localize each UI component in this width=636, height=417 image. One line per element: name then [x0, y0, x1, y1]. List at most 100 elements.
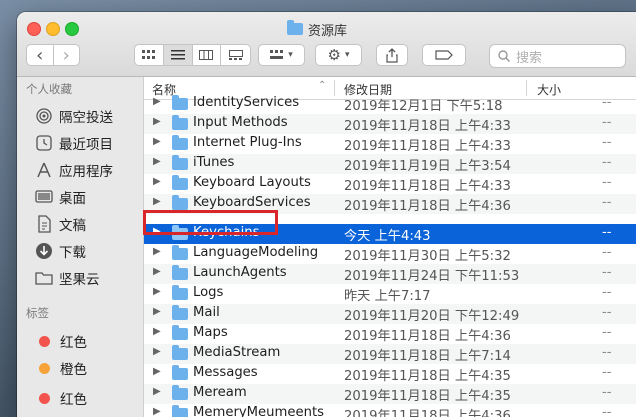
gallery-view-button[interactable]	[221, 45, 250, 65]
file-name: KeyboardServices	[193, 195, 311, 210]
file-row[interactable]: ▶ Logs 昨天 上午7:17 --	[144, 284, 636, 304]
back-button[interactable]: ‹	[27, 45, 54, 65]
file-name: LanguageModeling	[193, 245, 319, 260]
disclosure-triangle-icon[interactable]: ▶	[153, 176, 161, 187]
folder-icon	[172, 135, 188, 150]
list-view-button[interactable]	[163, 45, 193, 65]
file-row[interactable]: ▶ Keyboard Layouts 2019年11月18日 上午4:33 --	[144, 174, 636, 194]
sidebar-item-label: 应用程序	[59, 164, 113, 180]
file-row[interactable]: ▶ MemeryMeumeents 2019年11月18日 上午4:36 --	[144, 404, 636, 417]
disclosure-triangle-icon[interactable]: ▶	[153, 246, 161, 257]
disclosure-triangle-icon[interactable]: ▶	[153, 196, 161, 207]
tags-button[interactable]	[422, 44, 466, 66]
file-name: Keychains	[193, 225, 260, 240]
file-date: 今天 上午4:43	[344, 229, 431, 244]
disclosure-triangle-icon[interactable]: ▶	[153, 306, 161, 317]
disclosure-triangle-icon[interactable]: ▶	[153, 156, 161, 167]
file-name: Maps	[193, 325, 228, 340]
file-name: Internet Plug-Ins	[193, 135, 302, 150]
list-view-icon	[170, 50, 185, 60]
file-date: 2019年12月1日 下午5:18	[344, 99, 503, 114]
icon-view-icon	[141, 50, 155, 59]
column-view-button[interactable]	[193, 45, 222, 65]
disclosure-triangle-icon[interactable]: ▶	[153, 346, 161, 357]
file-date: 2019年11月20日 下午12:49	[344, 309, 520, 324]
disclosure-triangle-icon[interactable]: ▶	[153, 96, 161, 107]
zoom-button[interactable]	[65, 22, 79, 36]
file-row[interactable]: ▶ LaunchAgents 2019年11月24日 下午11:53 --	[144, 264, 636, 284]
file-row[interactable]: ▶ Messages 2019年11月18日 上午4:35 --	[144, 364, 636, 384]
search-placeholder: 搜索	[516, 50, 543, 66]
folder-icon	[172, 155, 188, 170]
sidebar-item-label: 橙色	[60, 362, 87, 378]
file-row[interactable]: ▶ Maps 2019年11月18日 上午4:36 --	[144, 324, 636, 344]
sidebar-item-label: 坚果云	[59, 272, 100, 288]
file-row[interactable]: ▶ Input Methods 2019年11月18日 上午4:33 --	[144, 114, 636, 134]
disclosure-triangle-icon[interactable]: ▶	[153, 406, 161, 417]
file-row[interactable]: ▶ LanguageModeling 2019年11月30日 上午5:32 --	[144, 244, 636, 264]
file-size: --	[602, 135, 612, 150]
tag-icon	[435, 50, 453, 60]
close-button[interactable]	[27, 22, 41, 36]
file-size: --	[602, 245, 612, 260]
forward-button[interactable]: ›	[54, 45, 80, 65]
desktop-icon	[35, 188, 53, 206]
minimize-button[interactable]	[46, 22, 60, 36]
file-size: --	[602, 385, 612, 400]
sidebar-item-desktop[interactable]: 桌面	[35, 186, 86, 208]
file-row[interactable]: ▶ Internet Plug-Ins 2019年11月18日 上午4:33 -…	[144, 134, 636, 154]
share-button[interactable]	[376, 44, 408, 66]
file-date: 2019年11月18日 上午4:36	[344, 329, 511, 344]
file-date: 2019年11月19日 上午3:54	[344, 159, 511, 174]
sidebar-item-label: 最近项目	[59, 137, 113, 153]
file-name: MemeryMeumeents	[193, 405, 324, 417]
disclosure-triangle-icon[interactable]: ▶	[153, 226, 161, 237]
file-date: 2019年11月18日 上午4:33	[344, 119, 511, 134]
folder-icon	[172, 325, 188, 340]
sidebar-item-recents[interactable]: 最近项目	[35, 132, 113, 154]
tags-heading: 标签	[26, 306, 49, 320]
sidebar-item-label: 文稿	[59, 218, 86, 234]
file-name: Mail	[193, 305, 220, 320]
disclosure-triangle-icon[interactable]: ▶	[153, 386, 161, 397]
action-menu-button[interactable]: ⚙ ▾	[315, 44, 362, 66]
sidebar-item-applications[interactable]: 应用程序	[35, 159, 113, 181]
group-by-button[interactable]: ▾	[258, 44, 305, 66]
sidebar-item-label: 隔空投送	[59, 110, 113, 126]
file-date: 2019年11月18日 上午4:33	[344, 179, 511, 194]
sidebar-item-documents[interactable]: 文稿	[35, 213, 86, 235]
sidebar-item-jianguoyun[interactable]: 坚果云	[35, 267, 100, 289]
sidebar-tag-red[interactable]: 红色	[35, 330, 87, 352]
folder-icon	[172, 175, 188, 190]
file-row-selected[interactable]: ▶ Keychains 今天 上午4:43 --	[144, 224, 636, 244]
disclosure-triangle-icon[interactable]: ▶	[153, 326, 161, 337]
sidebar-item-airdrop[interactable]: 隔空投送	[35, 105, 113, 127]
sidebar-tag-orange[interactable]: 橙色	[35, 357, 87, 379]
sidebar-tag-red-2[interactable]: 红色	[35, 387, 87, 409]
folder-icon	[172, 365, 188, 380]
file-row[interactable]: ▶ MediaStream 2019年11月18日 上午7:14 --	[144, 344, 636, 364]
file-size: --	[602, 405, 612, 417]
file-row[interactable]: ▶ Meream 2019年11月18日 上午4:35 --	[144, 384, 636, 404]
sidebar-item-downloads[interactable]: 下载	[35, 240, 86, 262]
disclosure-triangle-icon[interactable]: ▶	[153, 286, 161, 297]
disclosure-triangle-icon[interactable]: ▶	[153, 136, 161, 147]
disclosure-triangle-icon[interactable]: ▶	[153, 116, 161, 127]
file-size: --	[602, 305, 612, 320]
file-row[interactable]: ▶ Mail 2019年11月20日 下午12:49 --	[144, 304, 636, 324]
search-field[interactable]: 搜索	[489, 44, 626, 68]
icon-view-button[interactable]	[135, 45, 164, 65]
file-size: --	[602, 225, 612, 240]
applications-icon	[35, 161, 53, 179]
file-name: iTunes	[193, 155, 235, 170]
folder-icon	[172, 285, 188, 300]
file-row[interactable]: ▶ IdentityServices 2019年12月1日 下午5:18 --	[144, 94, 636, 114]
file-date: 2019年11月24日 下午11:53	[344, 269, 520, 284]
clock-icon	[35, 134, 53, 152]
sidebar: 个人收藏 隔空投送 最近项目 应用程序 桌面 文稿 下载 坚果云 标签 红色 橙…	[17, 77, 144, 417]
file-row[interactable]: ▶ KeyboardServices 2019年11月18日 上午4:36 --	[144, 194, 636, 214]
file-row[interactable]: ▶ iTunes 2019年11月19日 上午3:54 --	[144, 154, 636, 174]
disclosure-triangle-icon[interactable]: ▶	[153, 266, 161, 277]
file-date: 2019年11月30日 上午5:32	[344, 249, 511, 264]
disclosure-triangle-icon[interactable]: ▶	[153, 366, 161, 377]
